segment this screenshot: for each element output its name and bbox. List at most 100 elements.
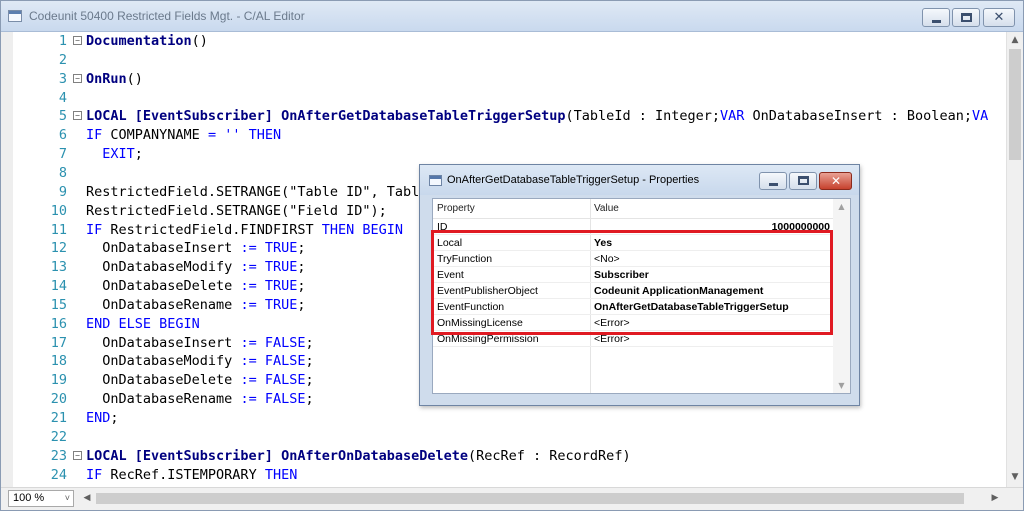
line-number: 22 <box>50 428 67 445</box>
line-number: 5 <box>58 108 67 125</box>
minimize-icon <box>769 183 778 186</box>
editor-horizontal-scrollbar[interactable]: ◀ ▶ <box>79 490 1006 507</box>
scroll-down-arrow-icon[interactable]: ▼ <box>1007 469 1023 486</box>
properties-title-bar[interactable]: OnAfterGetDatabaseTableTriggerSetup - Pr… <box>420 165 859 195</box>
column-header-property[interactable]: Property <box>437 203 475 214</box>
code-line[interactable]: 7 EXIT; <box>1 145 1006 164</box>
scroll-down-arrow-icon[interactable]: ▼ <box>833 378 850 393</box>
code-token: OnDatabaseDelete <box>86 372 241 389</box>
minimize-button[interactable] <box>922 8 950 27</box>
code-text: LOCAL [EventSubscriber] OnAfterGetDataba… <box>86 107 988 126</box>
maximize-button[interactable] <box>952 8 980 27</box>
code-keyword: IF <box>86 127 103 144</box>
line-number: 12 <box>50 240 67 257</box>
code-line[interactable]: 24 IF RecRef.ISTEMPORARY THEN <box>1 466 1006 485</box>
collapse-icon[interactable]: − <box>73 73 82 83</box>
collapse-icon[interactable]: − <box>73 450 82 460</box>
code-trigger-name: OnRun <box>86 70 127 87</box>
line-number: 21 <box>50 410 67 426</box>
line-number: 16 <box>50 315 67 332</box>
code-trigger-name: Documentation <box>86 33 192 49</box>
code-text: IF RecRef.ISTEMPORARY THEN <box>86 466 297 485</box>
code-line[interactable]: 21 END; <box>1 409 1006 428</box>
collapse-icon[interactable]: − <box>73 36 82 45</box>
code-token: OnDatabaseRename <box>86 296 241 313</box>
code-text: OnDatabaseInsert := FALSE; <box>86 334 313 353</box>
scroll-up-arrow-icon[interactable]: ▲ <box>833 199 850 214</box>
line-number: 15 <box>50 296 67 313</box>
code-line[interactable]: 22 <box>1 428 1006 447</box>
code-token: COMPANYNAME <box>102 127 208 144</box>
code-line[interactable]: 1− Documentation() <box>1 32 1006 51</box>
code-keyword: := FALSE <box>240 353 306 370</box>
code-token: ; <box>297 259 306 276</box>
code-keyword: := FALSE <box>240 372 306 389</box>
properties-minimize-button[interactable] <box>759 172 787 190</box>
code-text: OnDatabaseInsert := TRUE; <box>86 239 305 258</box>
code-keyword: = '' THEN <box>207 127 282 144</box>
code-line[interactable]: 2 <box>1 51 1006 70</box>
code-line[interactable]: 3− OnRun() <box>1 70 1006 89</box>
code-token: ; <box>297 296 306 313</box>
properties-title: OnAfterGetDatabaseTableTriggerSetup - Pr… <box>447 174 700 186</box>
code-keyword: IF <box>86 466 103 483</box>
code-text: IF COMPANYNAME = '' THEN <box>86 126 281 145</box>
code-keyword: := FALSE <box>240 334 306 351</box>
code-token: () <box>191 33 208 49</box>
properties-close-button[interactable]: ✕ <box>819 172 852 190</box>
code-keyword: VAR <box>719 108 745 125</box>
editor-vertical-scrollbar[interactable]: ▲ ▼ <box>1006 32 1023 487</box>
line-number: 10 <box>50 202 67 219</box>
line-number: 1 <box>58 33 67 49</box>
code-token: (RecRef : RecordRef) <box>468 447 631 464</box>
scroll-up-arrow-icon[interactable]: ▲ <box>1007 32 1023 49</box>
collapse-icon[interactable]: − <box>73 111 82 121</box>
code-text: IF RestrictedField.FINDFIRST THEN BEGIN <box>86 221 403 240</box>
code-keyword: EXIT <box>102 146 135 163</box>
code-token: ; <box>305 372 314 389</box>
code-keyword: := TRUE <box>240 240 298 257</box>
code-keyword: := FALSE <box>240 391 306 408</box>
properties-maximize-button[interactable] <box>789 172 817 190</box>
code-text: EXIT; <box>86 145 143 164</box>
line-number: 4 <box>58 89 67 106</box>
line-number: 18 <box>50 353 67 370</box>
code-keyword: := TRUE <box>240 259 298 276</box>
code-token: ; <box>110 410 119 426</box>
scroll-left-arrow-icon[interactable]: ◀ <box>79 490 95 507</box>
code-token: OnDatabaseInsert <box>86 334 241 351</box>
code-text: LOCAL [EventSubscriber] OnAfterOnDatabas… <box>86 447 631 466</box>
code-line[interactable]: 6 IF COMPANYNAME = '' THEN <box>1 126 1006 145</box>
close-icon: ✕ <box>993 10 1005 25</box>
zoom-select[interactable]: 100 % ˅ <box>8 490 74 507</box>
status-bar: 100 % ˅ ◀ ▶ <box>1 487 1023 510</box>
minimize-icon <box>932 20 941 23</box>
line-number: 19 <box>50 372 67 389</box>
code-text: END; <box>86 409 119 428</box>
zoom-value: 100 % <box>13 492 45 504</box>
code-keyword: IF <box>86 221 103 238</box>
code-token: (TableId : Integer; <box>565 108 720 125</box>
vertical-scroll-thumb[interactable] <box>1009 49 1021 160</box>
horizontal-scroll-thumb[interactable] <box>96 493 964 504</box>
code-token: ; <box>305 353 314 370</box>
line-number: 8 <box>58 164 67 181</box>
scroll-right-arrow-icon[interactable]: ▶ <box>987 490 1003 507</box>
code-token: ; <box>297 240 306 257</box>
code-line[interactable]: 23− LOCAL [EventSubscriber] OnAfterOnData… <box>1 447 1006 466</box>
line-number: 20 <box>50 391 67 408</box>
title-bar[interactable]: Codeunit 50400 Restricted Fields Mgt. - … <box>1 1 1023 32</box>
code-line[interactable]: 4 <box>1 89 1006 108</box>
code-text: OnDatabaseModify := TRUE; <box>86 258 305 277</box>
line-number: 9 <box>58 183 67 200</box>
column-header-value[interactable]: Value <box>594 203 619 214</box>
code-line[interactable]: 5− LOCAL [EventSubscriber] OnAfterGetData… <box>1 107 1006 126</box>
properties-vertical-scrollbar[interactable]: ▲ ▼ <box>833 199 850 393</box>
code-token: OnDatabaseModify <box>86 353 241 370</box>
window-title: Codeunit 50400 Restricted Fields Mgt. - … <box>29 9 305 23</box>
maximize-icon <box>798 176 809 185</box>
code-token: RecRef.ISTEMPORARY <box>102 466 265 483</box>
code-keyword: THEN BEGIN <box>321 221 403 238</box>
close-button[interactable]: ✕ <box>983 8 1015 27</box>
code-text: OnDatabaseRename := TRUE; <box>86 296 305 315</box>
